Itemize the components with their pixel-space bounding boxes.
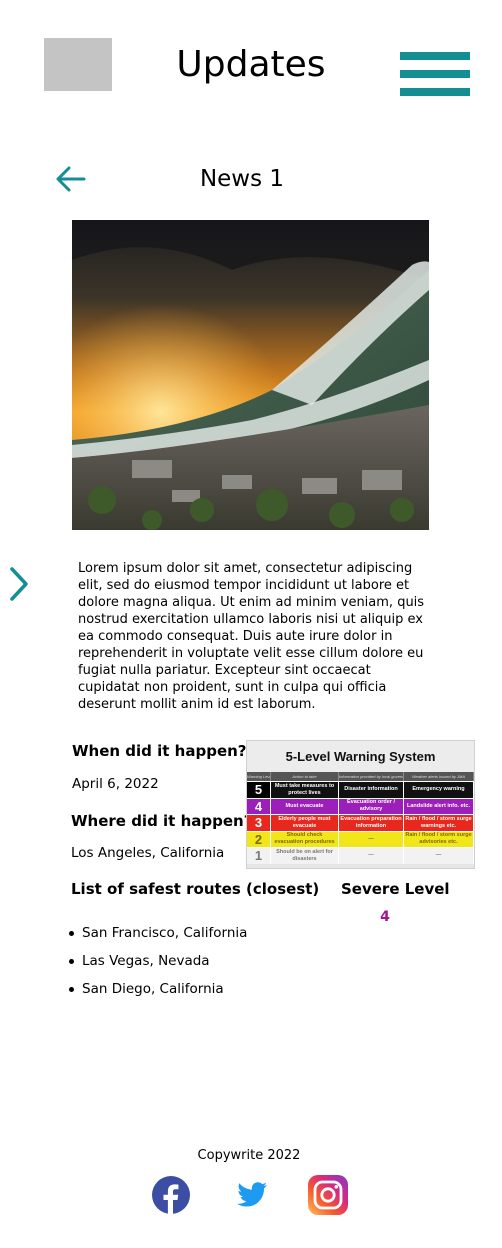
warning-level-info: — bbox=[339, 848, 404, 864]
warning-level-action: Must evacuate bbox=[271, 798, 339, 814]
warning-level-alert: Rain / flood / storm surge advisories et… bbox=[404, 831, 474, 847]
where-value: Los Angeles, California bbox=[71, 845, 225, 861]
warning-level-info: Evacuation preparation information bbox=[339, 815, 404, 831]
warning-system-title: 5-Level Warning System bbox=[247, 741, 474, 772]
list-item: Las Vegas, Nevada bbox=[68, 952, 247, 980]
warning-level-alert: — bbox=[404, 848, 474, 864]
warning-level-info: Disaster information bbox=[339, 782, 404, 798]
warning-table-header: Warning Level Action to take Information… bbox=[247, 772, 474, 781]
when-value: April 6, 2022 bbox=[72, 776, 159, 792]
warning-level-alert: Rain / flood / storm surge warnings etc. bbox=[404, 815, 474, 831]
warning-level-number: 1 bbox=[247, 848, 271, 864]
copyright-text: Copywrite 2022 bbox=[197, 1148, 301, 1163]
warning-level-row: 3 Elderly people must evacuate Evacuation … bbox=[247, 814, 474, 831]
where-label: Where did it happen? bbox=[71, 812, 253, 830]
warning-level-row: 2 Should check evacuation procedures — Rain… bbox=[247, 830, 474, 847]
routes-label: List of safest routes (closest) bbox=[71, 880, 320, 898]
warning-level-alert: Landslide alert info. etc. bbox=[404, 798, 474, 814]
hamburger-menu-icon[interactable] bbox=[400, 52, 470, 96]
facebook-icon[interactable] bbox=[152, 1176, 190, 1214]
warning-header-level: Warning Level bbox=[247, 772, 271, 781]
warning-level-number: 4 bbox=[247, 798, 271, 814]
warning-level-action: Should check evacuation procedures bbox=[271, 831, 339, 847]
warning-system-table: 5-Level Warning System Warning Level Act… bbox=[246, 740, 475, 869]
warning-level-action: Must take measures to protect lives bbox=[271, 782, 339, 798]
chevron-right-icon[interactable] bbox=[8, 566, 30, 602]
warning-header-action: Action to take bbox=[271, 772, 339, 781]
severe-level-label: Severe Level bbox=[341, 880, 450, 898]
twitter-icon[interactable] bbox=[237, 1182, 267, 1207]
news-title: News 1 bbox=[199, 166, 285, 192]
warning-header-alert: Weather alerts issued by JMA bbox=[404, 772, 474, 781]
when-label: When did it happen? bbox=[72, 742, 247, 760]
warning-level-number: 5 bbox=[247, 782, 271, 798]
article-body: Lorem ipsum dolor sit amet, consectetur … bbox=[78, 561, 425, 712]
tsunami-photo bbox=[72, 220, 429, 530]
routes-list: San Francisco, California Las Vegas, Nev… bbox=[68, 924, 247, 1008]
warning-level-number: 3 bbox=[247, 815, 271, 831]
list-item: San Francisco, California bbox=[68, 924, 247, 952]
warning-level-action: Should be on alert for disasters bbox=[271, 848, 339, 864]
list-item: San Diego, California bbox=[68, 980, 247, 1008]
warning-level-row: 5 Must take measures to protect lives Disa… bbox=[247, 781, 474, 798]
instagram-icon[interactable] bbox=[308, 1175, 348, 1215]
warning-level-row: 1 Should be on alert for disasters — — bbox=[247, 847, 474, 864]
warning-level-info: Evacuation order / advisory bbox=[339, 798, 404, 814]
warning-level-alert: Emergency warning bbox=[404, 782, 474, 798]
warning-level-number: 2 bbox=[247, 831, 271, 847]
warning-level-action: Elderly people must evacuate bbox=[271, 815, 339, 831]
warning-level-info: — bbox=[339, 831, 404, 847]
warning-header-info: Information provided by local government bbox=[339, 772, 404, 781]
severe-level-value: 4 bbox=[380, 909, 390, 925]
warning-level-row: 4 Must evacuate Evacuation order / advisor… bbox=[247, 797, 474, 814]
